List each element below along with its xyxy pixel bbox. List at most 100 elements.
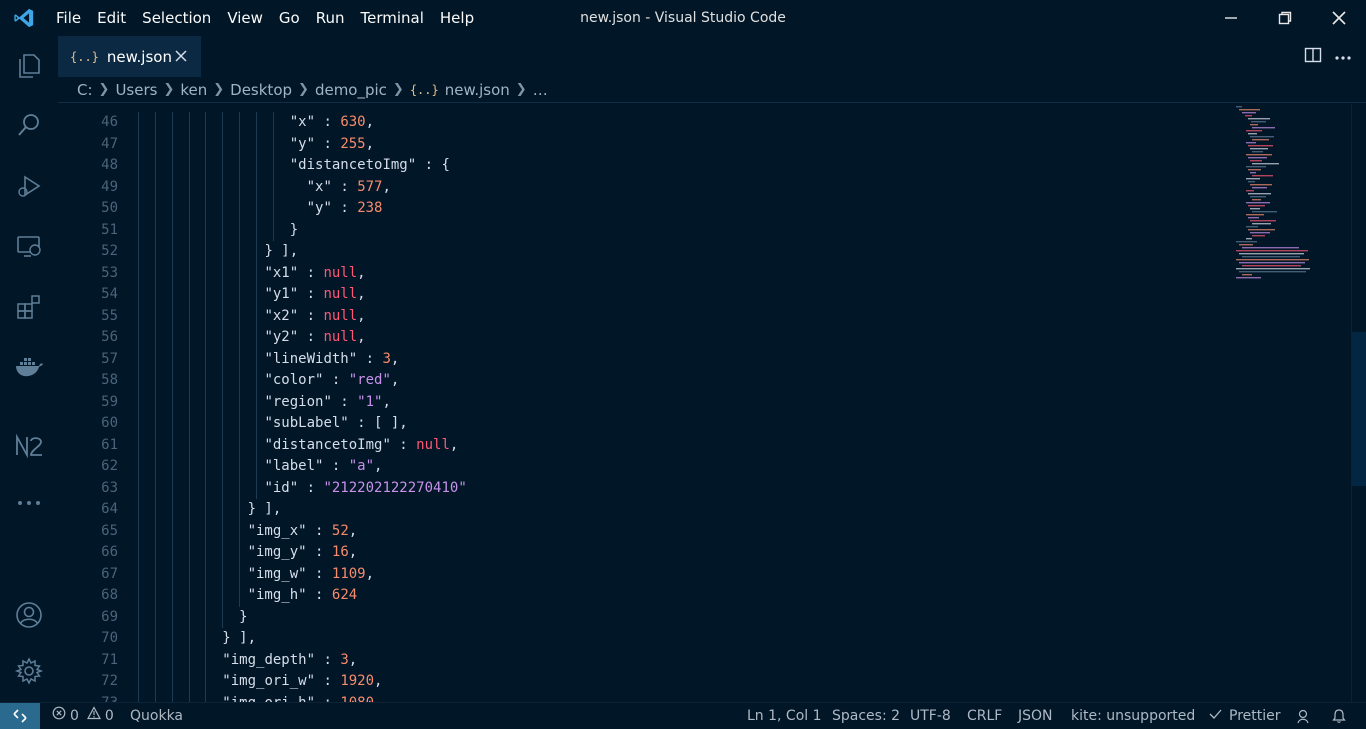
code-line[interactable]: "color" : "red", bbox=[138, 370, 1228, 392]
kite-status[interactable]: kite: unsupported bbox=[1071, 703, 1195, 729]
indent-guide bbox=[239, 520, 241, 542]
code-line[interactable]: "y" : 238 bbox=[138, 198, 1228, 220]
prettier-status[interactable]: Prettier bbox=[1209, 703, 1281, 729]
restore-button[interactable] bbox=[1258, 0, 1312, 36]
code-line[interactable]: "img_ori_h" : 1080 bbox=[138, 692, 1228, 702]
status-bar: 0 0 Quokka Ln 1, Col 1 Spaces: 2 UTF-8 C… bbox=[0, 702, 1366, 729]
breadcrumb-item-demo-pic[interactable]: demo_pic bbox=[315, 81, 387, 99]
indent-guide bbox=[205, 434, 207, 456]
line-number: 47 bbox=[101, 135, 118, 152]
close-icon[interactable] bbox=[173, 48, 189, 64]
split-editor-icon[interactable] bbox=[1304, 46, 1322, 68]
code-line[interactable]: "x1" : null, bbox=[138, 262, 1228, 284]
more-views-icon[interactable] bbox=[0, 479, 58, 527]
code-line[interactable]: "img_depth" : 3, bbox=[138, 649, 1228, 671]
feedback-icon[interactable] bbox=[1296, 703, 1312, 729]
indent-guide bbox=[205, 262, 207, 284]
vertical-scrollbar[interactable] bbox=[1351, 104, 1366, 702]
menu-edit[interactable]: Edit bbox=[89, 0, 134, 36]
menu-run[interactable]: Run bbox=[308, 0, 353, 36]
code-line[interactable]: "y1" : null, bbox=[138, 284, 1228, 306]
code-line[interactable]: "label" : "a", bbox=[138, 456, 1228, 478]
tab-new-json[interactable]: {..} new.json bbox=[58, 36, 201, 77]
quokka-status[interactable]: Quokka bbox=[130, 703, 183, 729]
menu-go[interactable]: Go bbox=[271, 0, 308, 36]
code-lines[interactable]: "x" : 630, "y" : 255, "distancetoImg" : … bbox=[138, 112, 1228, 702]
indent-guide bbox=[205, 133, 207, 155]
indent-guide bbox=[188, 456, 190, 478]
remote-indicator-button[interactable] bbox=[0, 703, 40, 729]
indent-guide bbox=[222, 413, 224, 435]
code-line[interactable]: } ], bbox=[138, 628, 1228, 650]
indent-guide bbox=[188, 262, 190, 284]
remote-explorer-icon[interactable] bbox=[0, 222, 58, 270]
eol-status[interactable]: CRLF bbox=[967, 703, 1002, 729]
settings-gear-icon[interactable] bbox=[0, 647, 58, 695]
code-line[interactable]: "img_y" : 16, bbox=[138, 542, 1228, 564]
line-number: 59 bbox=[101, 393, 118, 410]
indentation-status[interactable]: Spaces: 2 bbox=[832, 703, 900, 729]
indent-guide bbox=[239, 563, 241, 585]
menu-help[interactable]: Help bbox=[432, 0, 482, 36]
scrollbar-thumb[interactable] bbox=[1352, 332, 1366, 486]
code-line[interactable]: "img_h" : 624 bbox=[138, 585, 1228, 607]
error-icon bbox=[52, 703, 66, 729]
breadcrumb-item-file[interactable]: new.json bbox=[445, 81, 510, 99]
code-line[interactable]: "y2" : null, bbox=[138, 327, 1228, 349]
minimize-button[interactable] bbox=[1204, 0, 1258, 36]
indent-guide bbox=[154, 692, 156, 702]
explorer-icon[interactable] bbox=[0, 41, 58, 89]
accounts-icon[interactable] bbox=[0, 591, 58, 639]
breadcrumb-item-more[interactable]: … bbox=[533, 81, 548, 99]
breadcrumb-item-ken[interactable]: ken bbox=[180, 81, 207, 99]
indent-guide bbox=[239, 241, 241, 263]
code-line[interactable]: "x2" : null, bbox=[138, 305, 1228, 327]
notifications-bell-icon[interactable] bbox=[1331, 703, 1347, 729]
language-mode[interactable]: JSON bbox=[1018, 703, 1053, 729]
breadcrumb-item-desktop[interactable]: Desktop bbox=[230, 81, 292, 99]
code-line[interactable]: "subLabel" : [ ], bbox=[138, 413, 1228, 435]
indent-guide bbox=[205, 628, 207, 650]
code-line[interactable]: "x" : 577, bbox=[138, 176, 1228, 198]
code-line[interactable]: "distancetoImg" : null, bbox=[138, 434, 1228, 456]
code-line[interactable]: } bbox=[138, 219, 1228, 241]
more-actions-icon[interactable] bbox=[1334, 49, 1352, 65]
code-line[interactable]: "x" : 630, bbox=[138, 112, 1228, 134]
n2-extension-icon[interactable] bbox=[0, 422, 58, 470]
code-line[interactable]: } ], bbox=[138, 241, 1228, 263]
code-line[interactable]: "y" : 255, bbox=[138, 133, 1228, 155]
code-line[interactable]: } bbox=[138, 606, 1228, 628]
code-line[interactable]: "distancetoImg" : { bbox=[138, 155, 1228, 177]
title-bar: File Edit Selection View Go Run Terminal… bbox=[0, 0, 1366, 36]
breadcrumb-item-users[interactable]: Users bbox=[115, 81, 157, 99]
indent-guide bbox=[256, 176, 258, 198]
menu-selection[interactable]: Selection bbox=[134, 0, 219, 36]
breadcrumb-item-drive[interactable]: C: bbox=[77, 81, 93, 99]
code-line[interactable]: } ], bbox=[138, 499, 1228, 521]
extensions-icon[interactable] bbox=[0, 282, 58, 330]
problems-indicator[interactable]: 0 0 bbox=[52, 703, 114, 729]
run-debug-icon[interactable] bbox=[0, 162, 58, 210]
minimap-line bbox=[1250, 196, 1266, 198]
code-line[interactable]: "img_x" : 52, bbox=[138, 520, 1228, 542]
encoding-status[interactable]: UTF-8 bbox=[910, 703, 951, 729]
minimap-line bbox=[1248, 229, 1275, 231]
search-icon[interactable] bbox=[0, 101, 58, 149]
minimap-line bbox=[1248, 118, 1270, 120]
code-line[interactable]: "img_w" : 1109, bbox=[138, 563, 1228, 585]
code-line[interactable]: "img_ori_w" : 1920, bbox=[138, 671, 1228, 693]
menu-file[interactable]: File bbox=[48, 0, 89, 36]
indent-guide bbox=[222, 606, 224, 628]
code-line[interactable]: "lineWidth" : 3, bbox=[138, 348, 1228, 370]
code-editor[interactable]: 46 47 48 49 50 51 52 53 54 55 56 57 58 59 60 61 62 63 64 65… bbox=[58, 104, 1366, 702]
close-window-button[interactable] bbox=[1312, 0, 1366, 36]
menu-terminal[interactable]: Terminal bbox=[353, 0, 432, 36]
code-line[interactable]: "id" : "212202122270410" bbox=[138, 477, 1228, 499]
docker-icon[interactable] bbox=[0, 342, 58, 390]
minimap[interactable] bbox=[1232, 104, 1352, 304]
menu-view[interactable]: View bbox=[219, 0, 271, 36]
code-line[interactable]: "region" : "1", bbox=[138, 391, 1228, 413]
minimap-line bbox=[1239, 262, 1305, 264]
cursor-position[interactable]: Ln 1, Col 1 bbox=[747, 703, 822, 729]
indent-guide bbox=[205, 649, 207, 671]
